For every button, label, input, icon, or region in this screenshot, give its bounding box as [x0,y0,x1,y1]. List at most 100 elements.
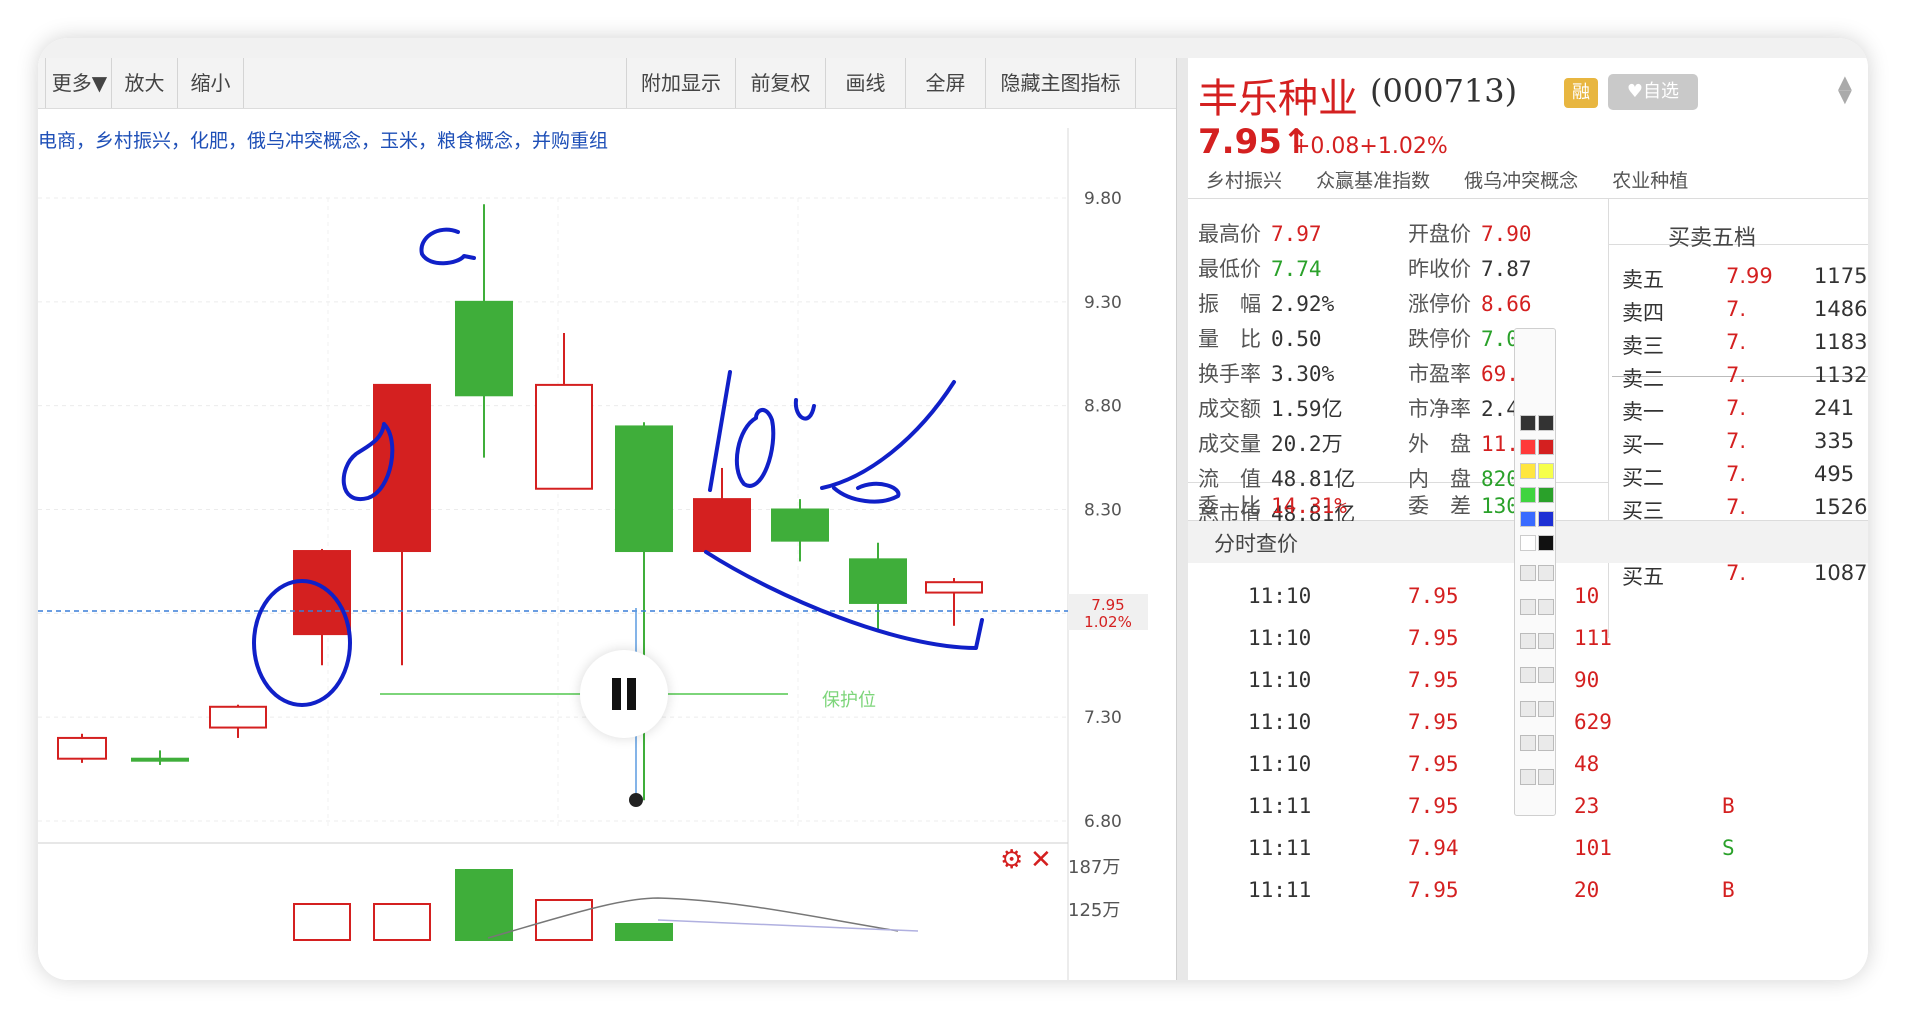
palette-tool-icon[interactable] [1520,667,1536,683]
stat-value: 7.90 [1481,222,1532,246]
more-button[interactable]: 更多▼ [48,58,112,108]
orderbook-price[interactable]: 7. [1726,561,1746,585]
volume-bar [373,903,431,941]
palette-color-swatch[interactable] [1538,487,1554,503]
tick-volume: 10 [1574,584,1600,608]
commission-ratio-label: 委 比 [1198,494,1261,518]
close-icon[interactable]: ✕ [1030,845,1052,875]
tick-time: 11:10 [1248,584,1312,608]
tag-item[interactable]: 俄乌冲突概念 [1464,170,1578,192]
palette-tool-icon[interactable] [1520,701,1536,717]
orderbook-price[interactable]: 7. [1726,396,1746,420]
candle-body[interactable] [209,705,267,729]
palette-tool-icon[interactable] [1538,633,1554,649]
tick-price: 7.95 [1408,752,1459,776]
stat-value: 7.87 [1481,257,1532,281]
stat-label: 流 值 [1198,467,1261,491]
candlestick-chart[interactable]: 9.809.308.808.307.807.306.80 保护位 7.95 1.… [38,128,1176,980]
pause-button[interactable] [580,650,668,738]
orderbook-volume: 1087 [1814,561,1868,585]
tick-price: 7.95 [1408,710,1459,734]
drawing-palette[interactable] [1514,328,1556,816]
zoom-in-button[interactable]: 放大 [112,58,178,108]
title-strip [38,38,1868,58]
tick-volume: 20 [1574,878,1600,902]
gear-icon[interactable]: ⚙ [1000,845,1023,875]
tag-item[interactable]: 乡村振兴 [1206,170,1282,192]
tick-price: 7.95 [1408,626,1459,650]
tag-item[interactable]: 众赢基准指数 [1316,170,1430,192]
palette-color-swatch[interactable] [1520,439,1536,455]
fullscreen-button[interactable]: 全屏 [906,58,986,108]
orderbook-price[interactable]: 7. [1726,495,1746,519]
stat-label: 开盘价 [1408,222,1471,246]
palette-color-swatch[interactable] [1520,535,1536,551]
palette-tool-icon[interactable] [1520,633,1536,649]
add-favorite-button[interactable]: ♥自选 [1608,74,1698,110]
chart-grid [38,197,1068,828]
orderbook-price[interactable]: 7. [1726,297,1746,321]
stat-label: 外 盘 [1408,432,1471,456]
orderbook-price[interactable]: 7. [1726,363,1746,387]
orderbook-volume: 1183 [1814,330,1868,354]
palette-tool-icon[interactable] [1538,701,1554,717]
tick-price: 7.95 [1408,878,1459,902]
tick-time: 11:10 [1248,752,1312,776]
orderbook-price[interactable]: 7.99 [1726,264,1773,288]
adjust-button[interactable]: 前复权 [736,58,826,108]
orderbook-volume: 1132 [1814,363,1868,387]
current-pct-label: 1.02% [1084,613,1132,631]
orderbook-price[interactable]: 7. [1726,429,1746,453]
palette-tool-icon[interactable] [1538,599,1554,615]
candle-body[interactable] [849,558,907,604]
palette-color-swatch[interactable] [1538,415,1554,431]
palette-tool-icon[interactable] [1538,565,1554,581]
palette-tool-icon[interactable] [1538,735,1554,751]
zoom-out-button[interactable]: 缩小 [178,58,244,108]
palette-color-swatch[interactable] [1520,511,1536,527]
palette-color-swatch[interactable] [1538,439,1554,455]
stat-label: 跌停价 [1408,327,1471,351]
palette-color-swatch[interactable] [1520,487,1536,503]
sort-icon[interactable]: ▲ ▼ [1838,74,1852,106]
stat-row: 昨收价 7.87 [1408,253,1532,283]
orderbook-volume: 241 [1814,396,1855,420]
candle-body[interactable] [925,581,983,594]
stat-row: 成交额 1.59亿 [1198,393,1343,423]
orderbook-price[interactable]: 7. [1726,330,1746,354]
palette-color-swatch[interactable] [1520,463,1536,479]
candle-body[interactable] [535,383,593,490]
palette-tool-icon[interactable] [1538,667,1554,683]
pen-digit-0 [734,408,776,488]
candle-body[interactable] [131,757,189,762]
orderbook-label: 卖一 [1622,400,1664,424]
palette-tool-icon[interactable] [1538,769,1554,785]
orderbook-price[interactable]: 7. [1726,462,1746,486]
candle-body[interactable] [57,736,107,760]
tick-volume: 23 [1574,794,1600,818]
palette-tool-icon[interactable] [1520,769,1536,785]
toolbar-edge [38,58,46,108]
palette-tool-icon[interactable] [1520,599,1536,615]
stat-value: 7.97 [1271,222,1322,246]
palette-tool-icon[interactable] [1520,735,1536,751]
palette-color-swatch[interactable] [1538,535,1554,551]
candle-body[interactable] [693,498,751,553]
draw-line-button[interactable]: 画线 [826,58,906,108]
candle-body[interactable] [455,300,513,397]
palette-color-swatch[interactable] [1538,463,1554,479]
candle-body[interactable] [771,508,829,542]
extra-display-button[interactable]: 附加显示 [626,58,736,108]
hide-indicator-button[interactable]: 隐藏主图指标 [986,58,1136,108]
palette-color-swatch[interactable] [1520,415,1536,431]
stat-row: 最高价 7.97 [1198,218,1322,248]
palette-tool-icon[interactable] [1520,565,1536,581]
candle-body[interactable] [373,383,431,553]
palette-color-swatch[interactable] [1538,511,1554,527]
volume-bar [615,923,673,941]
stat-label: 成交额 [1198,397,1261,421]
tag-item[interactable]: 农业种植 [1612,170,1688,192]
candle-body[interactable] [615,425,673,553]
volume-ma-line-2 [657,919,919,932]
candle-body[interactable] [293,550,351,636]
